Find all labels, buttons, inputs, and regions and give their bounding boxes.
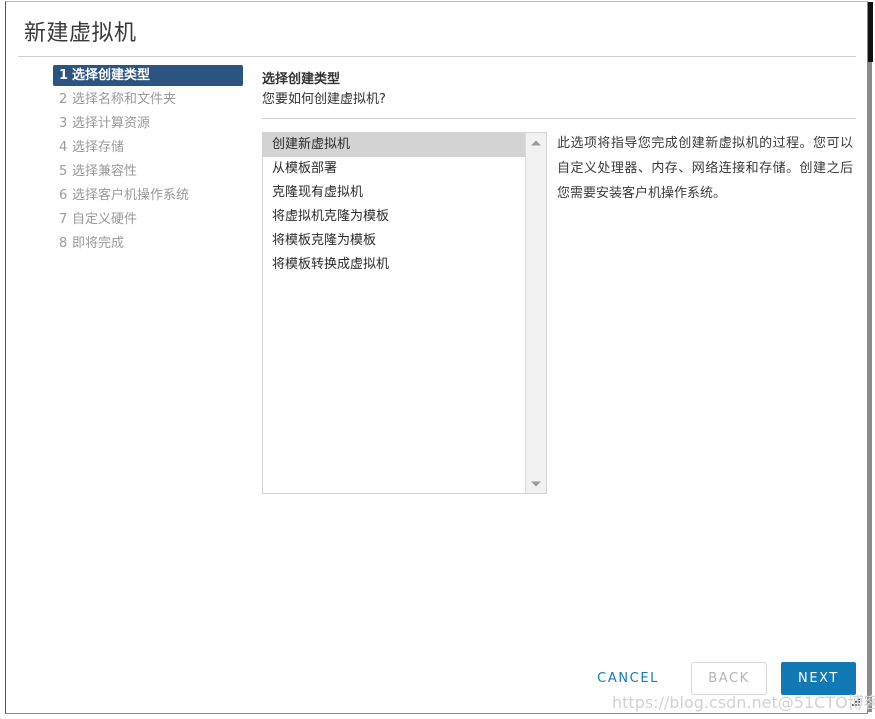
sidebar-item-step-4[interactable]: 4 选择存储 — [53, 137, 243, 158]
dialog-titlebar: 新建虚拟机 — [6, 2, 867, 56]
step-label: 选择计算资源 — [72, 116, 151, 131]
sidebar-item-step-2[interactable]: 2 选择名称和文件夹 — [53, 89, 243, 110]
step-number: 4 — [59, 140, 68, 155]
window-shadow-right-lower — [868, 62, 872, 712]
step-number: 2 — [59, 92, 68, 107]
listbox-scrollbar[interactable] — [525, 133, 546, 493]
content-title: 选择创建类型 — [262, 72, 341, 87]
step-label: 选择名称和文件夹 — [72, 92, 177, 107]
creation-type-listbox[interactable]: 创建新虚拟机 从模板部署 克隆现有虚拟机 将虚拟机克隆为模板 将模板克隆为模板 … — [262, 132, 547, 494]
cancel-button[interactable]: CANCEL — [585, 663, 671, 695]
step-number: 7 — [59, 212, 68, 227]
new-virtual-machine-dialog: 新建虚拟机 1 选择创建类型 2 选择名称和文件夹 3 选择计算资源 4 选择存储 5选… — [5, 1, 868, 714]
step-label: 选择客户机操作系统 — [72, 188, 190, 203]
step-label: 自定义硬件 — [72, 212, 138, 227]
page-title: 新建虚拟机 — [24, 21, 137, 46]
triangle-down-glyph — [531, 481, 541, 486]
option-description: 此选项将指导您完成创建新虚拟机的过程。您可以自定义处理器、内存、网络连接和存储。… — [557, 136, 853, 201]
list-item[interactable]: 将虚拟机克隆为模板 — [263, 205, 526, 229]
sidebar-item-step-1[interactable]: 1 选择创建类型 — [53, 65, 243, 86]
step-label: 选择创建类型 — [72, 68, 151, 83]
sidebar-item-step-7[interactable]: 7 自定义硬件 — [53, 209, 243, 230]
step-number: 6 — [59, 188, 68, 203]
step-number: 1 — [59, 68, 69, 83]
sidebar-item-step-6[interactable]: 6 选择客户机操作系统 — [53, 185, 243, 206]
list-item[interactable]: 将模板转换成虚拟机 — [263, 253, 526, 277]
list-item[interactable]: 克隆现有虚拟机 — [263, 181, 526, 205]
list-item[interactable]: 将模板克隆为模板 — [263, 229, 526, 253]
step-number: 8 — [59, 236, 68, 251]
step-number: 5 — [59, 164, 68, 179]
next-button[interactable]: NEXT — [781, 662, 856, 695]
step-label: 即将完成 — [72, 236, 125, 251]
content-subtitle: 您要如何创建虚拟机? — [262, 92, 386, 107]
wizard-step-list: 1 选择创建类型 2 选择名称和文件夹 3 选择计算资源 4 选择存储 5 选择兼容性 6… — [53, 65, 243, 257]
sidebar-item-step-5[interactable]: 5 选择兼容性 — [53, 161, 243, 182]
step-label: 选择存储 — [72, 140, 125, 155]
list-item[interactable]: 从模板部署 — [263, 157, 526, 181]
triangle-up-glyph — [531, 140, 541, 145]
dialog-footer: CANCEL BACK NEXT — [6, 662, 871, 695]
content-header: 选择创建类型 您要如何创建虚拟机? — [262, 70, 386, 110]
title-divider — [18, 56, 856, 57]
scroll-up-arrow-icon[interactable] — [526, 134, 546, 151]
resize-grip-icon[interactable] — [849, 697, 861, 709]
step-label: 选择兼容性 — [72, 164, 138, 179]
step-number: 3 — [59, 116, 68, 131]
sidebar-item-step-3[interactable]: 3 选择计算资源 — [53, 113, 243, 134]
list-item[interactable]: 创建新虚拟机 — [263, 133, 526, 157]
creation-type-options: 创建新虚拟机 从模板部署 克隆现有虚拟机 将虚拟机克隆为模板 将模板克隆为模板 … — [263, 133, 526, 277]
scroll-down-arrow-icon[interactable] — [526, 475, 546, 492]
back-button[interactable]: BACK — [691, 662, 767, 695]
window-shadow-right — [868, 2, 873, 62]
sidebar-item-step-8[interactable]: 8 即将完成 — [53, 233, 243, 254]
content-divider — [262, 118, 856, 119]
